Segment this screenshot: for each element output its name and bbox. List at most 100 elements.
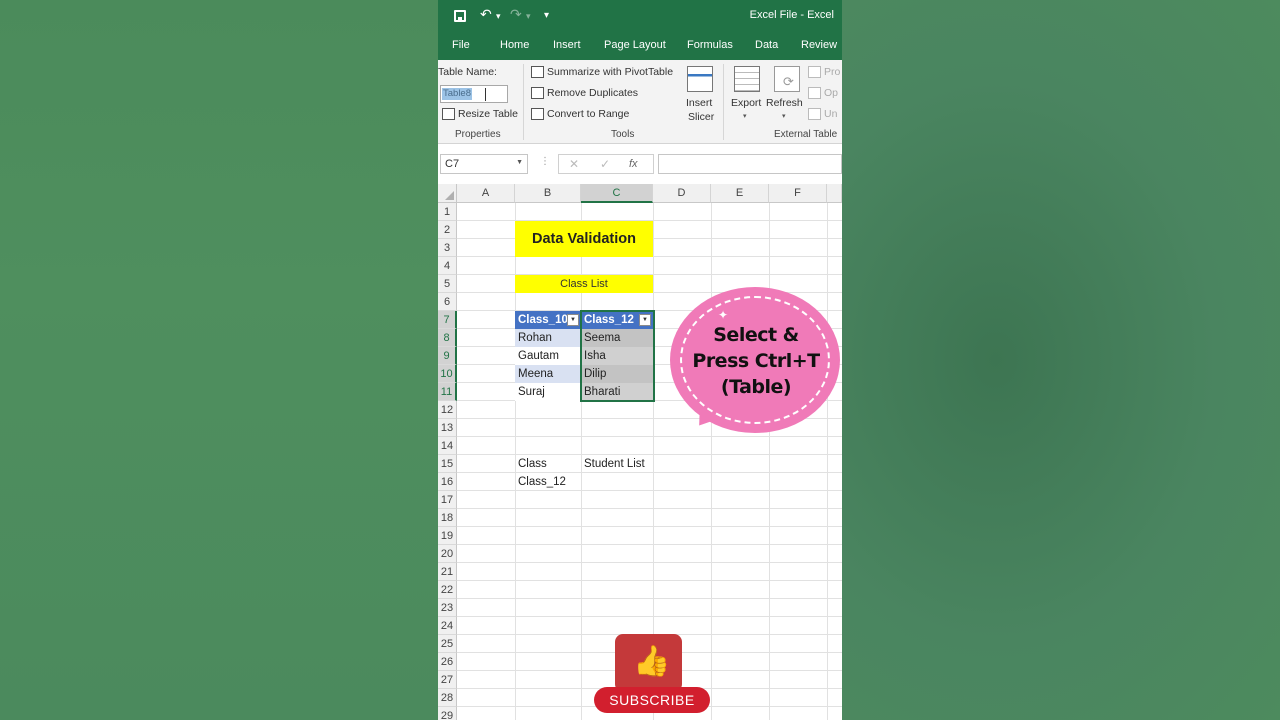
row-header-20[interactable]: 20 bbox=[438, 545, 457, 563]
export-icon[interactable] bbox=[734, 66, 760, 92]
customize-qat-icon[interactable]: ▾ bbox=[544, 10, 549, 21]
row-header-5[interactable]: 5 bbox=[438, 275, 457, 293]
filter-dropdown-icon[interactable]: ▼ bbox=[567, 314, 579, 326]
formula-input[interactable] bbox=[658, 154, 842, 174]
insert-function-icon[interactable]: fx bbox=[629, 158, 638, 170]
row-header-26[interactable]: 26 bbox=[438, 653, 457, 671]
row-header-15[interactable]: 15 bbox=[438, 455, 457, 473]
column-header-d[interactable]: D bbox=[653, 184, 711, 203]
table-name-input[interactable]: Table8 bbox=[440, 85, 508, 103]
select-all-button[interactable] bbox=[438, 184, 457, 203]
row-header-10[interactable]: 10 bbox=[438, 365, 457, 383]
export-button[interactable]: Export bbox=[731, 97, 761, 109]
convert-range-icon[interactable] bbox=[531, 108, 544, 120]
open-browser-button: Op bbox=[824, 87, 839, 99]
cell-b15[interactable]: Class bbox=[515, 455, 581, 473]
refresh-icon[interactable] bbox=[774, 66, 800, 92]
row-header-16[interactable]: 16 bbox=[438, 473, 457, 491]
external-table-group-label: External Table bbox=[774, 129, 838, 140]
row-header-22[interactable]: 22 bbox=[438, 581, 457, 599]
row-header-2[interactable]: 2 bbox=[438, 221, 457, 239]
table-header-class-10[interactable]: Class_10 ▼ bbox=[515, 311, 581, 329]
header-label: Class_10 bbox=[518, 314, 568, 326]
row-header-18[interactable]: 18 bbox=[438, 509, 457, 527]
insert-slicer-label-2[interactable]: Slicer bbox=[688, 111, 714, 123]
unlink-icon bbox=[808, 108, 821, 120]
export-dropdown-icon[interactable]: ▾ bbox=[743, 112, 747, 120]
table-cell[interactable]: Suraj bbox=[515, 383, 581, 401]
redo-icon[interactable]: ↷ bbox=[510, 6, 522, 23]
remove-duplicates-button[interactable]: Remove Duplicates bbox=[547, 87, 638, 99]
row-header-21[interactable]: 21 bbox=[438, 563, 457, 581]
row-header-7[interactable]: 7 bbox=[438, 311, 457, 329]
insert-slicer-icon[interactable] bbox=[687, 66, 713, 92]
callout-text: Select & Press Ctrl+T (Table) bbox=[680, 322, 832, 400]
row-header-9[interactable]: 9 bbox=[438, 347, 457, 365]
name-box[interactable]: C7 ▼ bbox=[440, 154, 528, 174]
row-header-8[interactable]: 8 bbox=[438, 329, 457, 347]
cell-b16[interactable]: Class_12 bbox=[515, 473, 581, 491]
row-header-6[interactable]: 6 bbox=[438, 293, 457, 311]
undo-icon[interactable]: ↶ bbox=[480, 6, 492, 23]
row-header-17[interactable]: 17 bbox=[438, 491, 457, 509]
cancel-icon[interactable]: ✕ bbox=[569, 157, 579, 171]
name-box-dropdown-icon[interactable]: ▼ bbox=[516, 159, 523, 166]
cell-c15[interactable]: Student List bbox=[581, 455, 671, 473]
resize-table-button[interactable]: Resize Table bbox=[458, 108, 518, 120]
column-header-f[interactable]: F bbox=[769, 184, 827, 203]
gridline bbox=[827, 203, 828, 720]
row-header-1[interactable]: 1 bbox=[438, 203, 457, 221]
resize-table-icon[interactable] bbox=[442, 108, 455, 120]
summarize-pivot-button[interactable]: Summarize with PivotTable bbox=[547, 66, 673, 78]
tab-file[interactable]: File bbox=[452, 39, 470, 51]
refresh-button[interactable]: Refresh bbox=[766, 97, 803, 109]
like-button[interactable]: 👍 bbox=[615, 634, 682, 692]
table-cell[interactable]: Rohan bbox=[515, 329, 581, 347]
column-header-a[interactable]: A bbox=[457, 184, 515, 203]
formula-bar-grip-icon[interactable]: ⋮ bbox=[540, 156, 550, 167]
save-icon[interactable] bbox=[454, 10, 466, 22]
tab-home[interactable]: Home bbox=[500, 39, 529, 51]
group-separator bbox=[523, 64, 524, 140]
row-header-19[interactable]: 19 bbox=[438, 527, 457, 545]
subtitle-cell[interactable]: Class List bbox=[515, 275, 653, 293]
table-name-value[interactable]: Table8 bbox=[442, 88, 472, 100]
row-header-29[interactable]: 29 bbox=[438, 707, 457, 720]
tab-data[interactable]: Data bbox=[755, 39, 778, 51]
row-header-11[interactable]: 11 bbox=[438, 383, 457, 401]
table-cell[interactable]: Gautam bbox=[515, 347, 581, 365]
column-header-b[interactable]: B bbox=[515, 184, 581, 203]
row-header-24[interactable]: 24 bbox=[438, 617, 457, 635]
row-header-27[interactable]: 27 bbox=[438, 671, 457, 689]
column-header-c[interactable]: C bbox=[581, 184, 653, 203]
row-header-3[interactable]: 3 bbox=[438, 239, 457, 257]
row-header-14[interactable]: 14 bbox=[438, 437, 457, 455]
undo-dropdown-icon[interactable]: ▾ bbox=[496, 11, 501, 22]
row-header-23[interactable]: 23 bbox=[438, 599, 457, 617]
properties-button: Pro bbox=[824, 66, 841, 78]
column-header-g[interactable] bbox=[827, 184, 842, 203]
insert-slicer-label-1[interactable]: Insert bbox=[686, 97, 712, 109]
row-header-25[interactable]: 25 bbox=[438, 635, 457, 653]
column-header-e[interactable]: E bbox=[711, 184, 769, 203]
open-browser-icon bbox=[808, 87, 821, 99]
row-header-28[interactable]: 28 bbox=[438, 689, 457, 707]
tab-insert[interactable]: Insert bbox=[553, 39, 581, 51]
row-header-12[interactable]: 12 bbox=[438, 401, 457, 419]
window-title: Excel File - Excel bbox=[749, 9, 834, 21]
remove-duplicates-icon[interactable] bbox=[531, 87, 544, 99]
row-header-13[interactable]: 13 bbox=[438, 419, 457, 437]
redo-dropdown-icon[interactable]: ▾ bbox=[526, 11, 531, 22]
tab-formulas[interactable]: Formulas bbox=[687, 39, 733, 51]
enter-icon[interactable]: ✓ bbox=[600, 157, 610, 171]
convert-to-range-button[interactable]: Convert to Range bbox=[547, 108, 629, 120]
pivot-table-icon[interactable] bbox=[531, 66, 544, 78]
row-header-4[interactable]: 4 bbox=[438, 257, 457, 275]
properties-icon bbox=[808, 66, 821, 78]
tab-review[interactable]: Review bbox=[801, 39, 837, 51]
refresh-dropdown-icon[interactable]: ▾ bbox=[782, 112, 786, 120]
subscribe-button[interactable]: SUBSCRIBE bbox=[594, 687, 710, 713]
table-cell[interactable]: Meena bbox=[515, 365, 581, 383]
tab-page-layout[interactable]: Page Layout bbox=[604, 39, 666, 51]
title-cell[interactable]: Data Validation bbox=[515, 221, 653, 257]
